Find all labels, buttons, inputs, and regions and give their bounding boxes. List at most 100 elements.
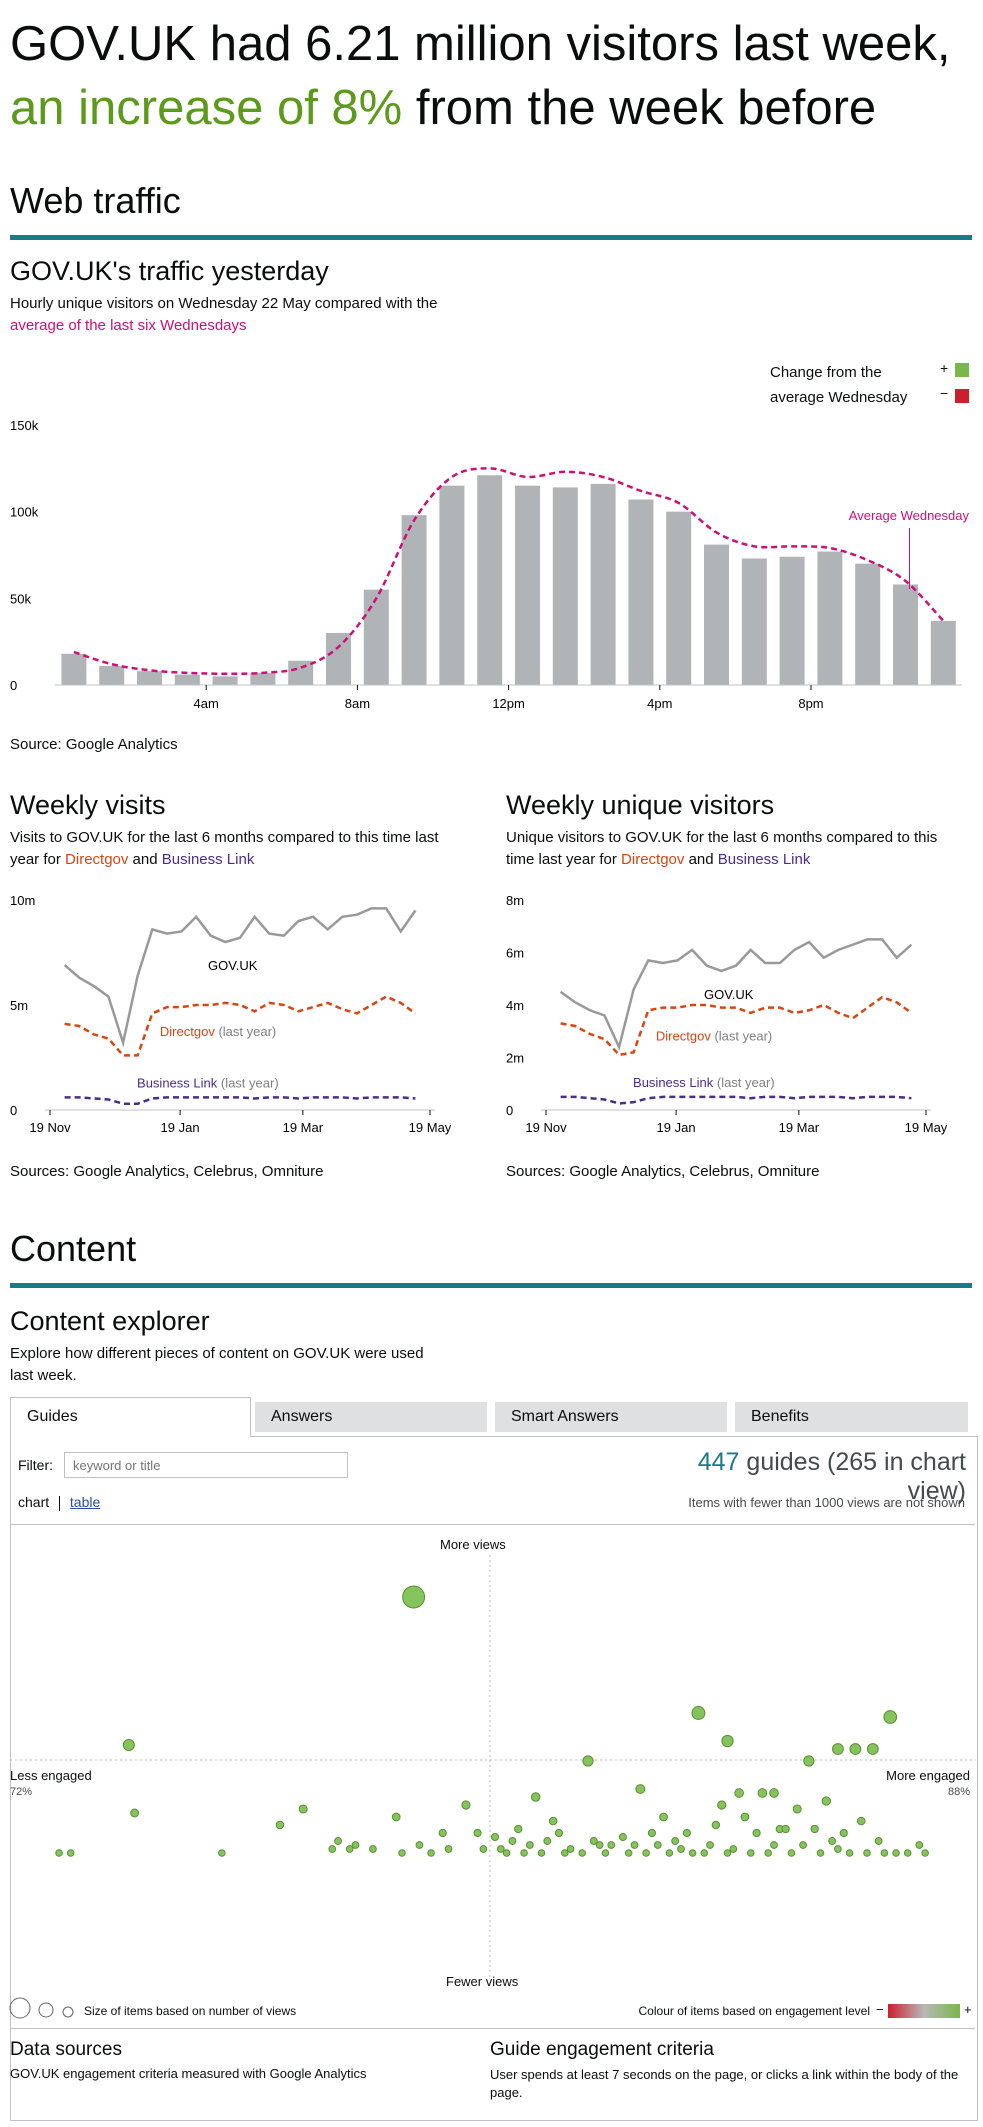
- bar: [628, 499, 654, 685]
- weekly-visitors-desc-and: and: [684, 851, 718, 868]
- content-item-bubble: [543, 1837, 552, 1845]
- legend-increase-swatch: [955, 363, 969, 377]
- view-toggle: chart table: [18, 1494, 100, 1511]
- content-item-bubble: [479, 1845, 488, 1853]
- weekly-visits-desc-business-link: Business Link: [161, 851, 255, 868]
- size-legend-label: Size of items based on number of views: [84, 2004, 297, 2018]
- content-item-bubble: [700, 1849, 709, 1857]
- bar: [779, 556, 805, 685]
- content-item-bubble: [740, 1812, 750, 1822]
- y-tick-label: 0: [10, 678, 17, 693]
- weekly-visitors-desc: Unique visitors to GOV.UK for the last 6…: [506, 827, 966, 871]
- govuk-line: [63, 907, 417, 1048]
- tab-answers[interactable]: Answers: [255, 1402, 487, 1432]
- directgov-line: [560, 995, 913, 1057]
- y-tick-label: 150k: [10, 418, 39, 433]
- bar: [174, 674, 200, 685]
- content-item-bubble: [601, 1849, 610, 1857]
- colour-legend-minus: −: [876, 2002, 884, 2017]
- content-item-bubble: [863, 1849, 871, 1857]
- content-item-bubble: [729, 1845, 738, 1853]
- bar: [855, 563, 881, 685]
- x-tick-label: 19 Jan: [657, 1120, 696, 1135]
- average-wednesday-line: [73, 467, 945, 675]
- section-rule-content: [10, 1283, 972, 1288]
- headline-part2: from the week before: [402, 81, 877, 135]
- govuk-series-label: GOV.UK: [208, 958, 258, 973]
- y-tick-label: 10m: [10, 893, 35, 908]
- content-item-bubble: [618, 1832, 627, 1842]
- content-item-bubble: [415, 1841, 424, 1849]
- content-item-bubble: [787, 1849, 796, 1857]
- bar: [590, 483, 616, 685]
- view-chart-label[interactable]: chart: [18, 1494, 49, 1510]
- content-item-bubble: [218, 1849, 226, 1857]
- content-item-bubble: [752, 1828, 761, 1838]
- content-item-bubble: [490, 1832, 500, 1842]
- content-item-bubble: [635, 1784, 646, 1794]
- bar: [477, 475, 503, 685]
- content-item-bubble: [723, 1849, 732, 1857]
- tab-benefits[interactable]: Benefits: [735, 1402, 968, 1432]
- content-item-bubble: [734, 1788, 744, 1798]
- content-item-bubble: [582, 1755, 594, 1767]
- footer-rule: [10, 2028, 975, 2029]
- hourly-desc-text: Hourly unique visitors on Wednesday 22 M…: [10, 295, 438, 312]
- y-tick-label: 8m: [506, 893, 524, 908]
- content-item-bubble: [915, 1841, 924, 1849]
- content-item-bubble: [828, 1837, 837, 1845]
- hourly-traffic-chart: 0 50k 100k 150k 4am 8am 12pm 4pm 8pm Average Wedn…: [10, 418, 969, 711]
- data-sources-text: GOV.UK engagement criteria measured with…: [10, 2066, 367, 2081]
- content-item-bubble: [682, 1828, 691, 1838]
- content-item-bubble: [351, 1841, 360, 1849]
- content-item-bubble: [427, 1849, 435, 1857]
- bar: [363, 589, 389, 685]
- x-tick-label: 19 May: [409, 1120, 452, 1135]
- x-tick-label: 19 Mar: [779, 1120, 820, 1135]
- content-item-bubble: [525, 1841, 534, 1849]
- content-item-bubble: [530, 1792, 541, 1802]
- content-item-bubble: [770, 1841, 778, 1849]
- bar: [893, 584, 918, 685]
- tab-smart-answers[interactable]: Smart Answers: [495, 1402, 727, 1432]
- content-item-bubble: [691, 1706, 706, 1720]
- threshold-note: Items with fewer than 1000 views are not…: [688, 1495, 965, 1510]
- content-item-bubble: [706, 1841, 714, 1849]
- content-item-bubble: [799, 1841, 807, 1849]
- y-tick-label: 6m: [506, 946, 524, 961]
- content-item-bubble: [647, 1828, 657, 1838]
- content-item-bubble: [391, 1812, 401, 1822]
- content-item-bubble: [642, 1849, 650, 1857]
- content-item-bubble: [717, 1800, 727, 1810]
- x-tick-label: 19 Nov: [525, 1120, 567, 1135]
- content-item-bubble: [560, 1849, 569, 1857]
- label-more-engaged: More engaged: [886, 1768, 970, 1783]
- content-item-bubble: [520, 1849, 528, 1857]
- size-legend-large: [9, 1997, 31, 2019]
- filter-input[interactable]: [64, 1452, 348, 1478]
- content-item-bubble: [653, 1841, 662, 1849]
- y-tick-label: 0: [10, 1103, 17, 1118]
- y-tick-label: 4m: [506, 998, 524, 1013]
- weekly-visits-desc-and: and: [128, 851, 162, 868]
- size-legend-medium: [38, 2002, 54, 2018]
- hourly-chart-desc: Hourly unique visitors on Wednesday 22 M…: [10, 293, 470, 337]
- content-item-bubble: [55, 1849, 63, 1857]
- content-item-bubble: [845, 1849, 854, 1857]
- bar: [666, 511, 692, 685]
- hourly-chart-title: GOV.UK's traffic yesterday: [10, 256, 329, 286]
- content-item-bubble: [769, 1788, 779, 1798]
- content-item-bubble: [554, 1828, 564, 1838]
- view-table-link[interactable]: table: [70, 1494, 100, 1510]
- data-sources-title: Data sources: [10, 2039, 122, 2060]
- hourly-desc-link: average of the last six Wednesdays: [10, 317, 247, 334]
- bar: [250, 672, 276, 685]
- content-item-bubble: [595, 1841, 604, 1849]
- content-item-bubble: [677, 1845, 685, 1853]
- criteria-text: User spends at least 7 seconds on the pa…: [490, 2067, 959, 2100]
- tab-guides[interactable]: Guides: [10, 1397, 251, 1437]
- business-link-line: [64, 1096, 416, 1105]
- bar: [61, 653, 87, 685]
- bar: [137, 671, 162, 685]
- content-item-bubble: [834, 1845, 842, 1853]
